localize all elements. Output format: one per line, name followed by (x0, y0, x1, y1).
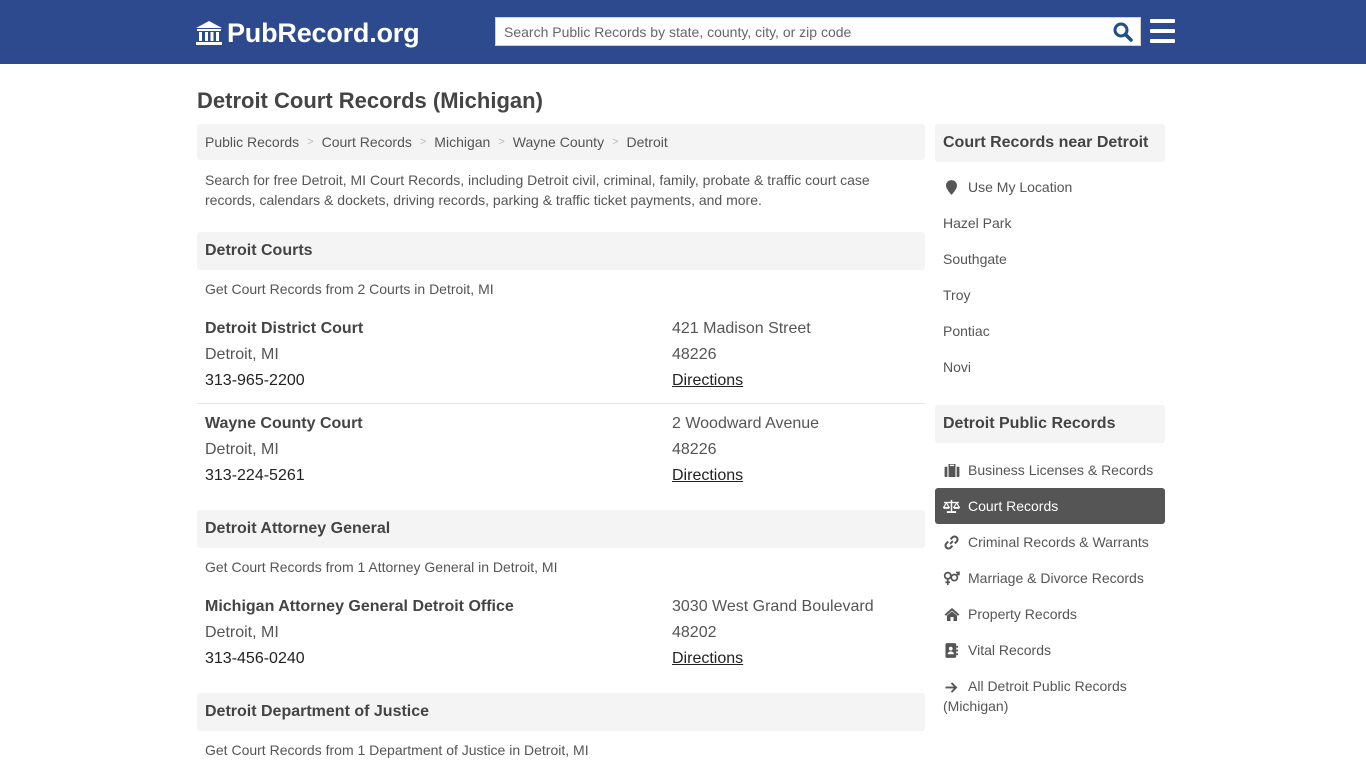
court-address: 421 Madison Street (672, 320, 811, 337)
sidebar-item-all-public-records[interactable]: All Detroit Public Records (Michigan) (935, 676, 1165, 720)
section-heading-department-of-justice: Detroit Department of Justice (197, 693, 925, 731)
court-name: Wayne County Court (205, 415, 363, 432)
use-my-location-label: Use My Location (968, 179, 1073, 195)
section-heading-courts: Detroit Courts (197, 232, 925, 270)
search-icon (1113, 22, 1133, 42)
sidebar-item-label: Property Records (968, 606, 1077, 622)
home-icon (943, 606, 960, 622)
directions-link[interactable]: Directions (672, 467, 743, 485)
breadcrumb: Public Records > Court Records > Michiga… (197, 124, 925, 160)
section-subtitle-attorney-general: Get Court Records from 1 Attorney Genera… (205, 559, 558, 575)
nearby-city-link[interactable]: Southgate (935, 241, 1165, 277)
nearby-city-link[interactable]: Hazel Park (935, 205, 1165, 241)
breadcrumb-court-records[interactable]: Court Records (322, 134, 412, 150)
breadcrumb-separator: > (307, 136, 314, 148)
office-phone[interactable]: 313-456-0240 (205, 650, 305, 668)
sidebar-item-label: Marriage & Divorce Records (968, 570, 1144, 586)
breadcrumb-michigan[interactable]: Michigan (434, 134, 490, 150)
hamburger-icon (1150, 19, 1175, 23)
nearby-city-link[interactable]: Troy (935, 277, 1165, 313)
use-my-location-link[interactable]: Use My Location (935, 169, 1165, 205)
sidebar-heading-public-records: Detroit Public Records (935, 405, 1165, 443)
sidebar-item-property-records[interactable]: Property Records (935, 596, 1165, 632)
search-input[interactable] (496, 18, 1106, 45)
section-heading-attorney-general: Detroit Attorney General (197, 510, 925, 548)
briefcase-icon (943, 462, 960, 478)
logo-text: PubRecord.org (227, 17, 420, 48)
breadcrumb-separator: > (419, 136, 427, 148)
section-subtitle-department-of-justice: Get Court Records from 1 Department of J… (205, 742, 589, 758)
sidebar-item-label: All Detroit Public Records (Michigan) (943, 678, 1127, 714)
sidebar-heading-nearby: Court Records near Detroit (935, 124, 1165, 162)
intro-text: Search for free Detroit, MI Court Record… (205, 172, 870, 208)
court-zip: 48226 (672, 441, 717, 458)
breadcrumb-separator: > (612, 136, 619, 148)
hamburger-menu-button[interactable] (1150, 19, 1175, 43)
search-box (495, 17, 1141, 46)
entry-divider (197, 403, 925, 404)
venus-mars-icon (943, 570, 960, 586)
office-name: Michigan Attorney General Detroit Office (205, 598, 514, 615)
court-phone[interactable]: 313-224-5261 (205, 467, 305, 485)
court-zip: 48226 (672, 346, 717, 363)
sidebar-item-marriage-divorce[interactable]: Marriage & Divorce Records (935, 560, 1165, 596)
court-entry: Detroit District Court Detroit, MI 313-9… (197, 320, 925, 400)
sidebar-item-business-licenses[interactable]: Business Licenses & Records (935, 452, 1165, 488)
breadcrumb-wayne-county[interactable]: Wayne County (513, 134, 604, 150)
breadcrumb-separator: > (498, 136, 505, 148)
court-address: 2 Woodward Avenue (672, 415, 820, 432)
search-button[interactable] (1112, 21, 1134, 43)
court-city: Detroit, MI (205, 441, 279, 458)
office-city: Detroit, MI (205, 624, 279, 641)
court-phone[interactable]: 313-965-2200 (205, 372, 305, 390)
arrow-right-icon (943, 680, 960, 696)
nearby-city-link[interactable]: Novi (935, 349, 1165, 385)
breadcrumb-public-records[interactable]: Public Records (205, 134, 299, 150)
sidebar-item-label: Criminal Records & Warrants (968, 534, 1149, 550)
directions-link[interactable]: Directions (672, 650, 743, 668)
sidebar-item-label: Business Licenses & Records (968, 462, 1154, 478)
directions-link[interactable]: Directions (672, 372, 743, 390)
sidebar-item-label: Vital Records (968, 642, 1052, 658)
office-zip: 48202 (672, 624, 717, 641)
sidebar-item-court-records[interactable]: Court Records (935, 488, 1165, 524)
office-entry: Michigan Attorney General Detroit Office… (197, 598, 925, 678)
link-icon (943, 534, 960, 550)
sidebar-item-criminal-records[interactable]: Criminal Records & Warrants (935, 524, 1165, 560)
site-logo[interactable]: PubRecord.org (195, 17, 420, 49)
address-book-icon (943, 642, 960, 658)
balance-scale-icon (943, 498, 960, 514)
sidebar-item-vital-records[interactable]: Vital Records (935, 632, 1165, 668)
sidebar-item-label: Court Records (968, 498, 1059, 514)
breadcrumb-detroit[interactable]: Detroit (627, 134, 668, 150)
court-city: Detroit, MI (205, 346, 279, 363)
court-name: Detroit District Court (205, 320, 364, 337)
top-navbar: PubRecord.org (0, 0, 1366, 64)
hamburger-icon-bar (1150, 29, 1175, 33)
courthouse-icon (196, 21, 222, 45)
office-address: 3030 West Grand Boulevard (672, 598, 874, 615)
page-title: Detroit Court Records (Michigan) (197, 88, 543, 113)
section-subtitle-courts: Get Court Records from 2 Courts in Detro… (205, 281, 494, 297)
court-entry: Wayne County Court Detroit, MI 313-224-5… (197, 415, 925, 495)
hamburger-icon-bar (1150, 39, 1175, 43)
map-marker-icon (943, 179, 960, 195)
nearby-city-link[interactable]: Pontiac (935, 313, 1165, 349)
